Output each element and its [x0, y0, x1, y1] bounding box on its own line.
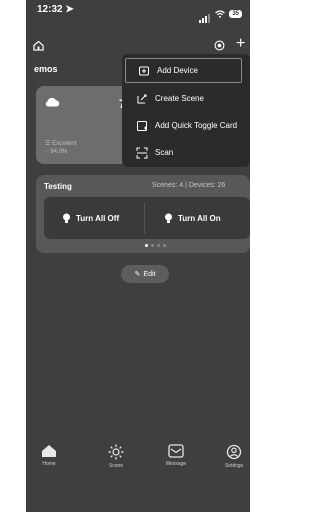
page-dots[interactable] — [145, 244, 166, 247]
home-icon — [42, 445, 56, 457]
app-screen: 12:32 ➤ 35 emos + 7 ☰ Excellent ◌ 94.0% — [26, 0, 250, 512]
add-device-icon — [139, 66, 149, 75]
wifi-icon — [215, 10, 226, 18]
home-icon[interactable] — [33, 40, 44, 51]
pencil-icon: ✎ — [134, 271, 141, 278]
create-scene-icon — [137, 94, 147, 103]
nav-scene[interactable]: Scene — [96, 444, 136, 469]
nav-message[interactable]: Message — [156, 444, 196, 467]
humidity: ◌ 94.0% — [45, 149, 68, 155]
menu-item-add-quick-toggle-card[interactable]: Add Quick Toggle Card — [122, 112, 250, 139]
settings-icon — [226, 444, 242, 460]
status-time: 12:32 ➤ — [37, 4, 74, 15]
air-icon: ☰ — [45, 141, 51, 147]
scene-buttons: Turn All Off Turn All On — [44, 197, 250, 239]
nav-home[interactable]: Home — [29, 444, 69, 467]
button-divider — [144, 202, 145, 234]
signal-icon — [199, 5, 211, 23]
air-quality: ☰ Excellent — [45, 141, 77, 147]
bulb-icon — [63, 213, 70, 223]
nav-settings[interactable]: Settings — [214, 444, 250, 469]
status-indicators: 35 — [199, 5, 242, 23]
room-stats: Scenes: 4 | Devices: 26 — [152, 182, 226, 189]
home-name[interactable]: emos — [34, 64, 58, 74]
battery-indicator: 35 — [229, 10, 242, 18]
quick-toggle-icon — [137, 120, 147, 131]
humidity-icon: ◌ — [45, 149, 49, 155]
turn-all-on-button[interactable]: Turn All On — [164, 197, 221, 239]
bulb-icon — [165, 213, 172, 223]
sun-icon — [108, 444, 124, 460]
edit-button[interactable]: ✎ Edit — [121, 265, 169, 283]
scan-icon — [136, 147, 148, 158]
target-icon[interactable] — [214, 40, 225, 51]
turn-all-off-button[interactable]: Turn All Off — [62, 197, 119, 239]
add-menu: Add Device Create Scene Add Quick Toggle… — [122, 54, 250, 167]
add-plus-icon[interactable]: + — [236, 35, 245, 53]
cloud-icon — [45, 97, 60, 107]
message-icon — [168, 444, 184, 458]
menu-item-scan[interactable]: Scan — [122, 139, 250, 166]
room-title: Testing — [44, 182, 72, 191]
menu-item-create-scene[interactable]: Create Scene — [122, 85, 250, 112]
menu-item-add-device[interactable]: Add Device — [124, 57, 243, 84]
location-arrow-icon: ➤ — [65, 4, 74, 15]
